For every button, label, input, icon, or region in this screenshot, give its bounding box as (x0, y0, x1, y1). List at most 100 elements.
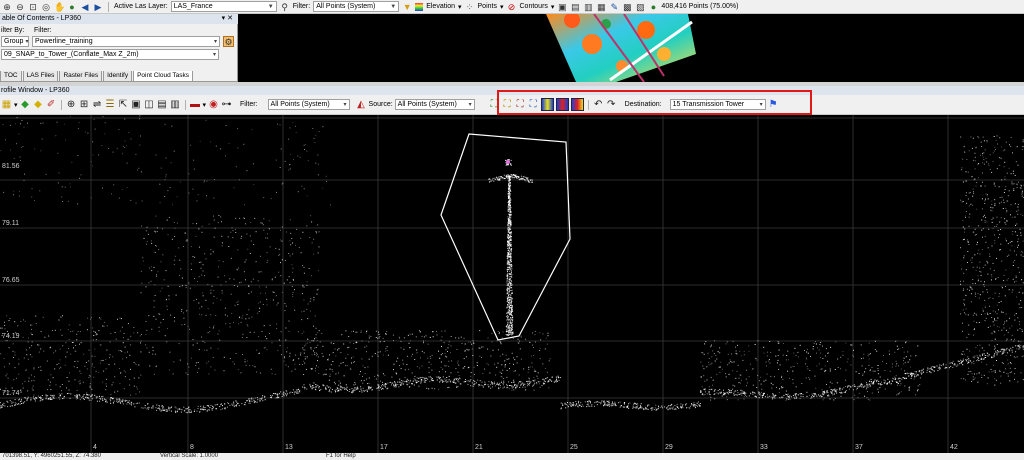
chevron-down-icon: ▾ (468, 102, 472, 108)
tab-toc[interactable]: TOC (0, 71, 22, 82)
x-axis-label: 13 (285, 444, 293, 451)
view-icon-3[interactable]: ▤ (157, 99, 168, 110)
layer-icon-1[interactable]: ▣ (557, 2, 567, 12)
chevron-down-icon: ▼ (267, 3, 274, 10)
y-axis-label: 76.65 (2, 277, 20, 284)
x-axis-label: 29 (665, 444, 673, 451)
view-icon-4[interactable]: ▥ (170, 99, 181, 110)
classify-yellow-icon[interactable]: ◆ (33, 99, 44, 110)
x-axis-label: 21 (475, 444, 483, 451)
points-count-label: 408,416 Points (75.00%) (661, 3, 739, 10)
y-axis-label: 81.56 (2, 163, 20, 170)
x-axis-label: 37 (855, 444, 863, 451)
elevation-button[interactable]: Elevation (426, 3, 455, 10)
source-value: All Points (System) (397, 101, 457, 108)
back-arrow-icon[interactable]: ◀ (80, 2, 90, 12)
tab-raster-files[interactable]: Raster Files (59, 71, 103, 82)
paint-icon[interactable]: ✐ (46, 99, 57, 110)
active-layer-value: LAS_France (173, 3, 213, 10)
cursor-coordinates: 701398.51, Y: 4960251.55, Z: 74.380 (2, 453, 101, 459)
view-icon-2[interactable]: ◫ (144, 99, 155, 110)
tab-las-files[interactable]: LAS Files (22, 71, 59, 82)
map-lidar-image (546, 12, 696, 83)
grid-icon[interactable]: ▩ (622, 2, 632, 12)
pin-close-icons[interactable]: ▾ ✕ (222, 14, 233, 22)
layer-icon-4[interactable]: ▦ (596, 2, 606, 12)
contours-button[interactable]: Contours (520, 3, 548, 10)
filter-dropdown[interactable]: All Points (System) ▼ (313, 1, 400, 12)
chevron-down-icon: ▾ (343, 102, 347, 108)
toc-tab-bar: TOC LAS Files Raster Files Identify Poin… (0, 71, 194, 82)
globe-icon[interactable]: ● (67, 2, 77, 12)
source-label: Source: (368, 101, 393, 108)
caret-down-icon: ▾ (499, 3, 504, 11)
points-icon: ⁘ (465, 1, 474, 12)
point-count-icon: ● (650, 1, 657, 12)
toc-filter-row: Group ▾ Powerline_training ▾ ⚙ (0, 36, 236, 47)
classify-target-icon[interactable]: ◉ (208, 99, 219, 110)
points-button[interactable]: Points (478, 3, 497, 10)
zoom-extent-icon[interactable]: ◎ (41, 2, 51, 12)
color-palette-icon[interactable]: ▦ (1, 99, 12, 110)
zoom-out-icon[interactable]: ⊖ (15, 2, 25, 12)
chevron-down-icon: ▾ (25, 39, 29, 45)
task-dropdown[interactable]: 09_SNAP_to_Tower_(Conflate_Max Z_2m) ▾ (1, 49, 219, 60)
class-color-icon[interactable]: ▬ (190, 99, 201, 110)
active-layer-label: Active Las Layer: (114, 3, 168, 10)
run-task-icon[interactable]: ⚙ (223, 36, 234, 47)
profile-filter-label: Filter: (240, 101, 258, 108)
stack-tool-icon[interactable]: ☰ (105, 99, 116, 110)
active-layer-dropdown[interactable]: LAS_France ▼ (170, 1, 277, 12)
zoom-in-icon[interactable]: ⊕ (2, 2, 12, 12)
toc-task-row: 09_SNAP_to_Tower_(Conflate_Max Z_2m) ▾ (0, 49, 236, 60)
tower-top-marker (506, 160, 510, 164)
export-icon[interactable]: ⇱ (118, 99, 129, 110)
layer-icon-2[interactable]: ▤ (570, 2, 580, 12)
filter-by-dropdown[interactable]: Group ▾ (1, 36, 29, 47)
filter-by-label: ilter By: (1, 27, 25, 34)
status-bar: 701398.51, Y: 4960251.55, Z: 74.380 Vert… (0, 453, 1024, 460)
profile-filter-dropdown[interactable]: All Points (System) ▾ (267, 99, 350, 110)
view-icon-1[interactable]: ▣ (131, 99, 142, 110)
pan-hand-icon[interactable]: ✋ (54, 2, 65, 12)
map-view[interactable] (240, 12, 1024, 83)
elevation-icon (415, 2, 424, 11)
funnel-icon[interactable]: ▼ (402, 2, 412, 12)
layer-icon-3[interactable]: ▥ (583, 2, 593, 12)
task-value: 09_SNAP_to_Tower_(Conflate_Max Z_2m) (4, 51, 139, 58)
point-cloud-points (0, 115, 1024, 414)
filter-funnel-icon: ⚲ (281, 1, 288, 12)
zoom-window-icon[interactable]: ⊡ (28, 2, 38, 12)
toc-filter-value: Powerline_training (35, 38, 93, 45)
zoom-in-icon[interactable]: ⊕ (66, 99, 77, 110)
profile-filter-value: All Points (System) (270, 101, 330, 108)
forward-arrow-icon[interactable]: ▶ (93, 2, 103, 12)
x-axis-label: 8 (190, 444, 194, 451)
toc-filter-labels-row: ilter By: Filter: (0, 25, 236, 36)
toolbar-separator (184, 99, 186, 110)
y-axis-label: 71.74 (2, 390, 20, 397)
selection-polygon[interactable] (440, 133, 571, 341)
tab-identify[interactable]: Identify (103, 71, 133, 82)
grid-view-icon[interactable]: ⊞ (79, 99, 90, 110)
profile-canvas[interactable]: 81.56 79.11 76.65 74.19 71.74 4 8 13 17 … (0, 115, 1024, 453)
profile-tool-icon[interactable]: ⇌ (92, 99, 103, 110)
main-toolbar: ⊕ ⊖ ⊡ ◎ ✋ ● ◀ ▶ Active Las Layer: LAS_Fr… (0, 0, 1024, 14)
tab-point-cloud-tasks[interactable]: Point Cloud Tasks (133, 71, 194, 82)
edit-icon[interactable]: ✎ (609, 2, 619, 12)
help-hint: F1 for Help (326, 453, 356, 459)
image-icon[interactable]: ▧ (635, 2, 645, 12)
toc-filter-dropdown[interactable]: Powerline_training ▾ (32, 36, 220, 47)
point-cloud-plot: 81.56 79.11 76.65 74.19 71.74 4 8 13 17 … (0, 115, 1024, 453)
source-dropdown[interactable]: All Points (System) ▾ (394, 99, 475, 110)
vertical-scale: Vertical Scale: 1.0000 (160, 453, 219, 459)
toolbar-separator (108, 1, 109, 12)
classify-green-icon[interactable]: ◆ (20, 99, 31, 110)
y-axis-label: 79.11 (2, 220, 19, 227)
filter-points-icon[interactable]: ⊶ (221, 99, 232, 110)
source-icon: ◭ (357, 99, 365, 110)
no-contours-icon: ⊘ (507, 1, 516, 12)
chevron-down-icon: ▼ (390, 3, 397, 10)
profile-grid (0, 115, 1024, 453)
highlight-box (497, 90, 812, 115)
